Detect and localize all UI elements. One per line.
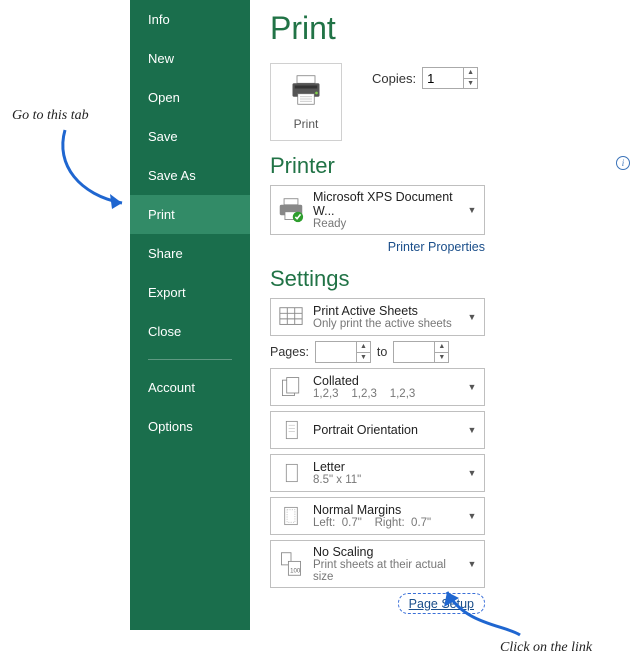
margins-sub: Left: 0.7" Right: 0.7" [313, 517, 458, 529]
pages-label: Pages: [270, 345, 309, 359]
settings-heading: Settings [270, 266, 630, 292]
printer-status: Ready [313, 218, 458, 230]
spinner-down-icon[interactable]: ▼ [435, 353, 448, 363]
margins-icon [277, 502, 305, 530]
printer-status-icon [277, 196, 305, 224]
spinner-up-icon[interactable]: ▲ [464, 68, 477, 79]
sidebar-item-open[interactable]: Open [130, 78, 250, 117]
portrait-icon [277, 416, 305, 444]
page-icon [277, 459, 305, 487]
annotation-arrow-top [50, 125, 140, 215]
paper-title: Letter [313, 460, 458, 474]
printer-icon [288, 74, 324, 109]
chevron-down-icon: ▼ [466, 312, 478, 322]
page-title: Print [270, 10, 630, 47]
print-button[interactable]: Print [270, 63, 342, 141]
sidebar-item-share[interactable]: Share [130, 234, 250, 273]
scaling-title: No Scaling [313, 545, 458, 559]
sidebar-item-export[interactable]: Export [130, 273, 250, 312]
info-icon[interactable]: i [616, 156, 630, 170]
paper-sub: 8.5" x 11" [313, 474, 458, 486]
scaling-icon: 100 [277, 550, 305, 578]
sidebar-item-save-as[interactable]: Save As [130, 156, 250, 195]
print-panel: Print Print Copies: [270, 0, 630, 614]
margins-title: Normal Margins [313, 503, 458, 517]
pages-to-label: to [377, 345, 387, 359]
printer-selector[interactable]: Microsoft XPS Document W... Ready ▼ [270, 185, 485, 235]
chevron-down-icon: ▼ [466, 559, 478, 569]
collate-selector[interactable]: Collated 1,2,3 1,2,3 1,2,3 ▼ [270, 368, 485, 406]
sidebar-item-save[interactable]: Save [130, 117, 250, 156]
copies-input[interactable] [423, 68, 463, 88]
print-scope-selector[interactable]: Print Active Sheets Only print the activ… [270, 298, 485, 336]
printer-properties-link[interactable]: Printer Properties [270, 240, 485, 254]
orientation-title: Portrait Orientation [313, 423, 458, 437]
copies-spinner[interactable]: ▲ ▼ [422, 67, 478, 89]
spinner-down-icon[interactable]: ▼ [464, 79, 477, 89]
sidebar-divider [148, 359, 232, 360]
sidebar-item-options[interactable]: Options [130, 407, 250, 446]
annotation-goto-tab: Go to this tab [12, 108, 89, 124]
collate-sub: 1,2,3 1,2,3 1,2,3 [313, 388, 458, 400]
collate-icon [277, 373, 305, 401]
annotation-arrow-bottom [435, 580, 535, 650]
pages-from-input[interactable] [316, 342, 356, 362]
pages-from-spinner[interactable]: ▲▼ [315, 341, 371, 363]
backstage-sidebar: Info New Open Save Save As Print Share E… [130, 0, 250, 630]
printer-heading: Printer [270, 153, 335, 179]
scope-title: Print Active Sheets [313, 304, 458, 318]
sidebar-item-new[interactable]: New [130, 39, 250, 78]
sheets-icon [277, 303, 305, 331]
print-button-label: Print [294, 117, 319, 131]
scope-sub: Only print the active sheets [313, 318, 458, 330]
printer-name: Microsoft XPS Document W... [313, 190, 458, 218]
margins-selector[interactable]: Normal Margins Left: 0.7" Right: 0.7" ▼ [270, 497, 485, 535]
chevron-down-icon: ▼ [466, 425, 478, 435]
sidebar-item-print[interactable]: Print [130, 195, 250, 234]
chevron-down-icon: ▼ [466, 382, 478, 392]
sidebar-item-info[interactable]: Info [130, 0, 250, 39]
sidebar-item-close[interactable]: Close [130, 312, 250, 351]
paper-size-selector[interactable]: Letter 8.5" x 11" ▼ [270, 454, 485, 492]
spinner-up-icon[interactable]: ▲ [357, 342, 370, 353]
pages-to-spinner[interactable]: ▲▼ [393, 341, 449, 363]
copies-label: Copies: [372, 71, 416, 86]
chevron-down-icon: ▼ [466, 511, 478, 521]
collate-title: Collated [313, 374, 458, 388]
sidebar-item-account[interactable]: Account [130, 368, 250, 407]
svg-text:100: 100 [290, 569, 301, 575]
pages-to-input[interactable] [394, 342, 434, 362]
spinner-down-icon[interactable]: ▼ [357, 353, 370, 363]
chevron-down-icon: ▼ [466, 205, 478, 215]
spinner-up-icon[interactable]: ▲ [435, 342, 448, 353]
chevron-down-icon: ▼ [466, 468, 478, 478]
orientation-selector[interactable]: Portrait Orientation ▼ [270, 411, 485, 449]
